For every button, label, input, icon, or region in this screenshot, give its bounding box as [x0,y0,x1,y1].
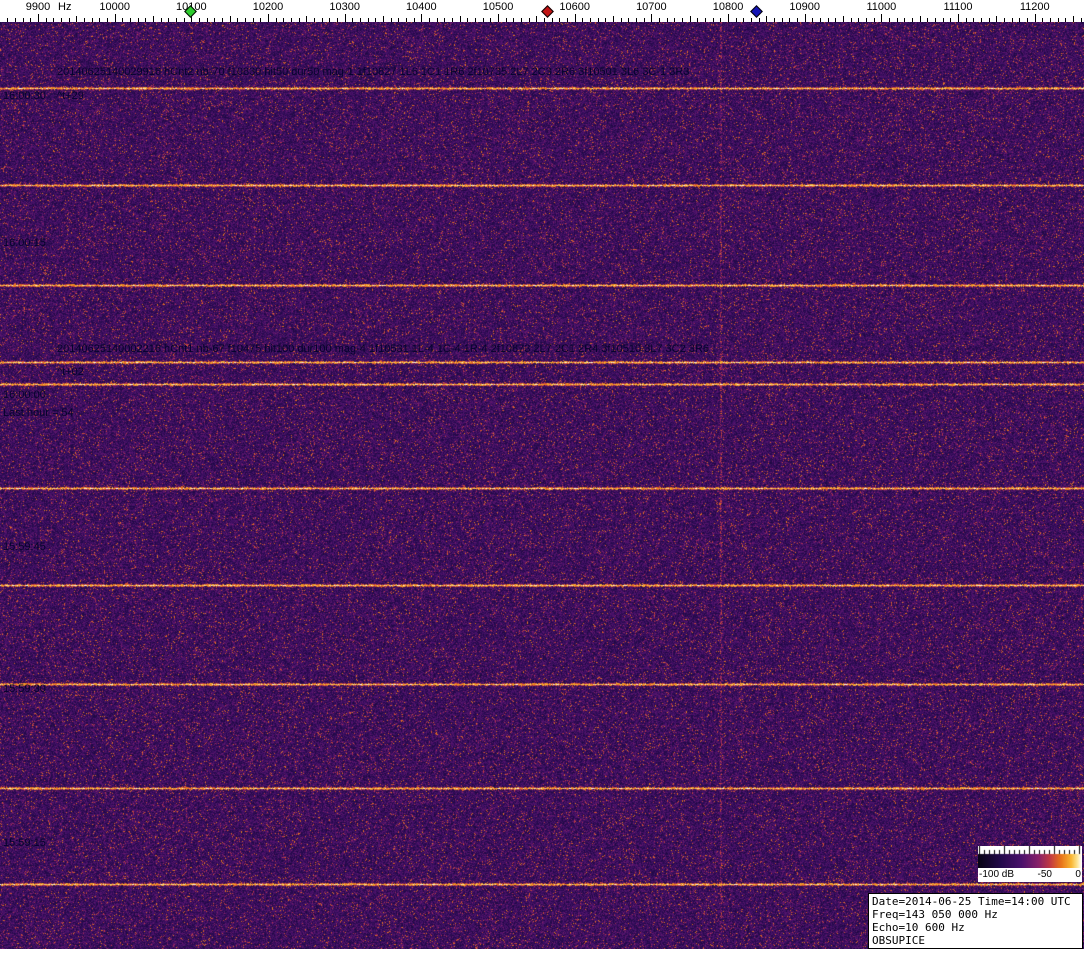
info-station-line: OBSUPICE [872,934,925,947]
colorbar-label-mid: -50 [1037,869,1052,880]
ruler-label: 11000 [866,1,897,13]
ruler-tick [958,14,959,22]
info-echo-line: Echo=10 600 Hz [872,921,965,934]
ruler-label: 10700 [636,1,667,13]
ruler-tick [38,14,39,22]
ruler-label: 10500 [482,1,514,13]
ruler-tick [651,14,652,22]
marker-red-diamond[interactable] [540,5,554,18]
colorbar-gradient [978,846,1082,868]
spectrogram-window: 9900100001010010200103001040010500106001… [0,0,1084,953]
colorbar-labels: -100 dB -50 0 [978,868,1082,882]
info-box: Date=2014-06-25 Time=14:00 UTC Freq=143 … [868,893,1083,949]
ruler-label: 10600 [559,1,590,13]
ruler-label: 10400 [406,1,437,13]
ruler-tick [575,14,576,22]
ruler-tick [421,14,422,22]
ruler-tick [115,14,116,22]
ruler-label: 10300 [329,1,360,13]
colorbar-label-max: 0 [1075,869,1081,880]
info-freq-line: Freq=143 050 000 Hz [872,908,998,921]
ruler-label: 11100 [943,1,973,13]
frequency-ruler[interactable]: 9900100001010010200103001040010500106001… [0,0,1084,22]
waterfall-display[interactable]: 20140625140029916 hCnt2 nb-70 f10830 hit… [0,22,1084,949]
ruler-label: 10200 [252,1,284,13]
ruler-tick [345,14,346,22]
ruler-label: 11200 [1019,1,1050,13]
ruler-tick [805,14,806,22]
ruler-label: 9900 [25,1,51,13]
ruler-tick [498,14,499,22]
info-date-line: Date=2014-06-25 Time=14:00 UTC [872,895,1071,908]
ruler-unit-label: Hz [58,1,72,13]
ruler-tick [728,14,729,22]
ruler-tick [881,14,882,22]
spectrogram-canvas[interactable] [0,22,1084,949]
marker-blue-diamond[interactable] [750,5,764,18]
colorbar-label-min: -100 dB [979,869,1015,880]
ruler-label: 10800 [712,1,744,13]
ruler-label: 10900 [789,1,820,13]
amplitude-colorbar: -100 dB -50 0 [978,846,1082,882]
ruler-tick [268,14,269,22]
ruler-label: 10000 [99,1,130,13]
ruler-tick [1035,14,1036,22]
